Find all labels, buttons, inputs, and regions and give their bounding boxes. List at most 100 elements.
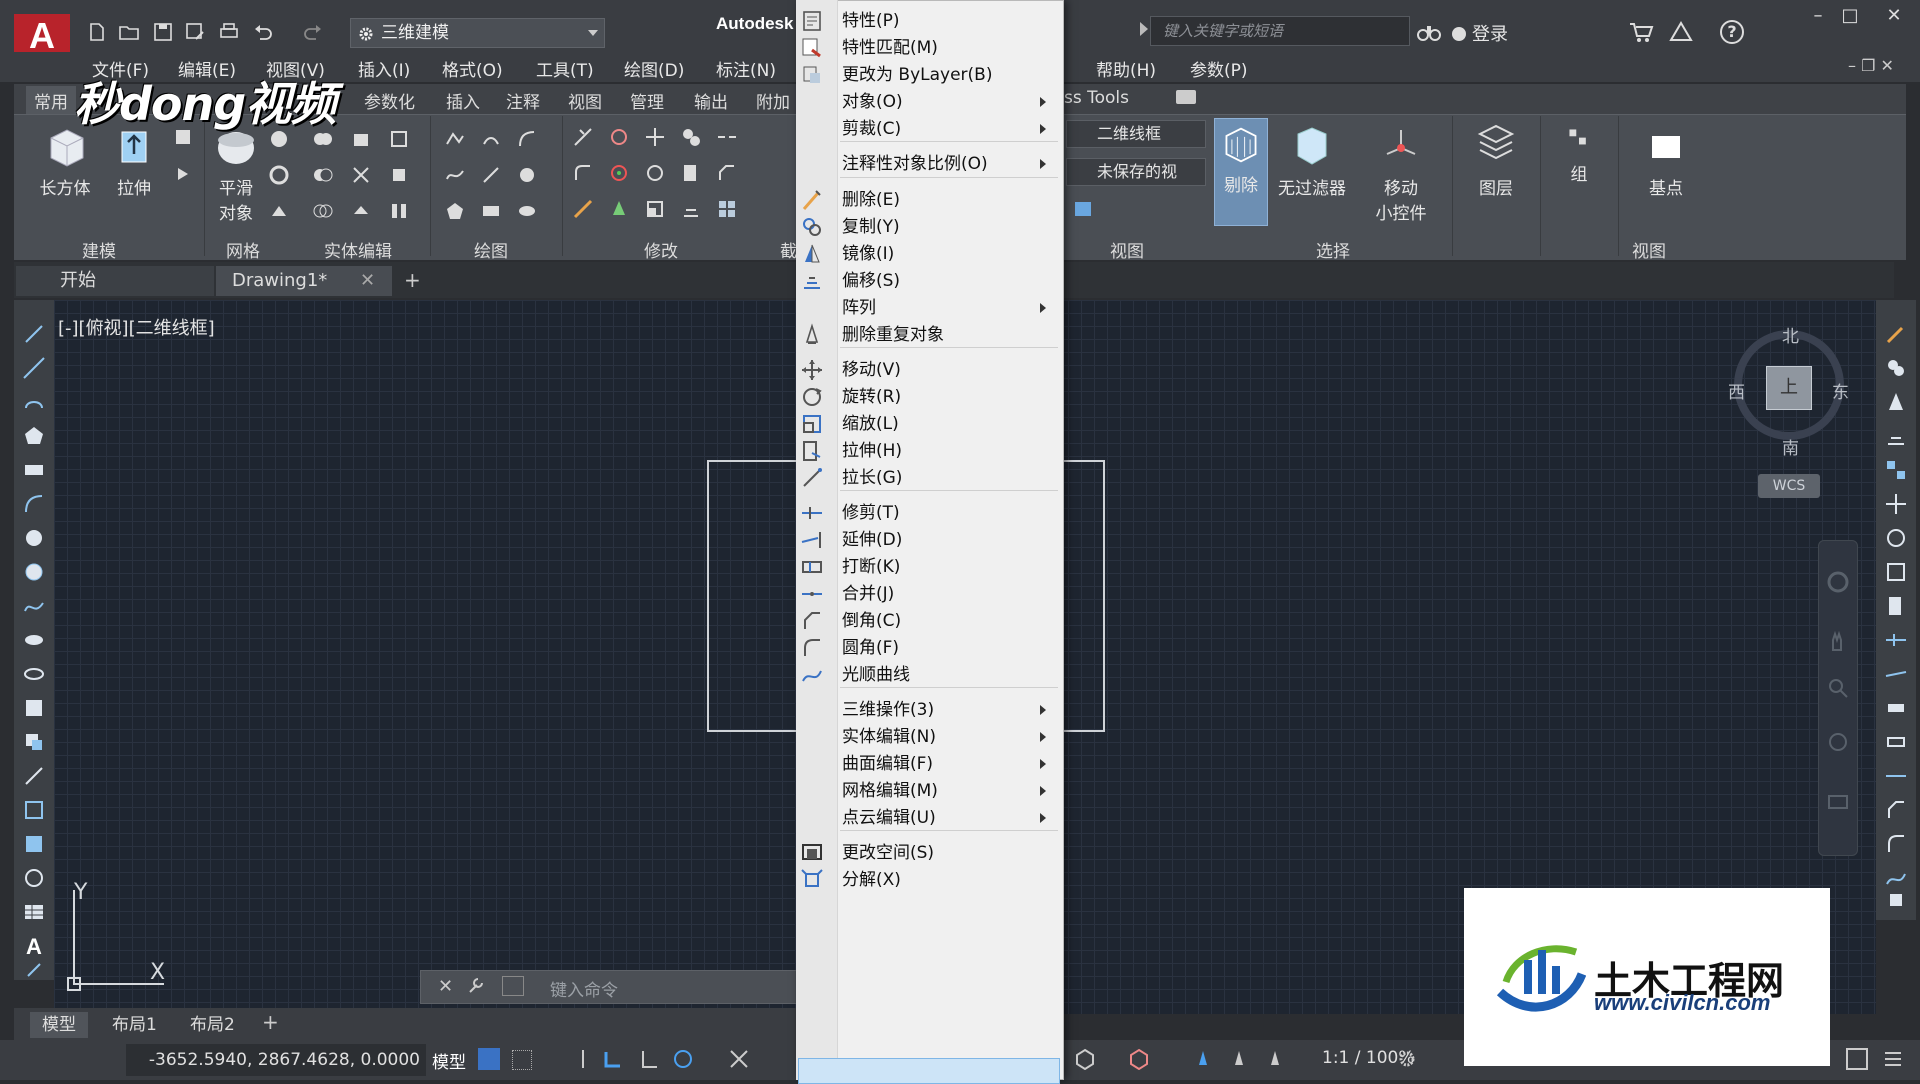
panel-solid-editing[interactable]: 实体编辑	[324, 237, 392, 262]
compass-north[interactable]: 北	[1782, 322, 1799, 347]
move-ribbon-icon[interactable]	[644, 126, 666, 148]
polygon-tool-icon[interactable]	[22, 424, 46, 448]
context-menu-item[interactable]: 旋转(R)	[842, 382, 1060, 412]
visual-style-dropdown[interactable]: 二维线框	[1066, 120, 1206, 148]
workspace-dropdown[interactable]: 三维建模	[350, 18, 605, 48]
menu-insert[interactable]: 插入(I)	[358, 56, 410, 81]
arc-tool-icon[interactable]	[22, 492, 46, 516]
tab-output[interactable]: 输出	[694, 88, 728, 113]
line-icon[interactable]	[480, 164, 502, 186]
polyline-tool-icon[interactable]	[22, 390, 46, 414]
orbit-icon[interactable]	[1826, 730, 1850, 754]
osnap-icon[interactable]	[728, 1048, 750, 1070]
context-menu-item[interactable]: 延伸(D)	[842, 525, 1060, 555]
tab-layout2[interactable]: 布局2	[178, 1012, 247, 1038]
panel-modify[interactable]: 修改	[644, 237, 678, 262]
command-prompt-icon[interactable]	[502, 976, 524, 996]
fillet-tool-icon[interactable]	[1884, 832, 1908, 856]
ellipse-icon[interactable]	[516, 200, 538, 222]
ribbon-options-icon[interactable]	[1176, 90, 1196, 104]
text-tool-icon[interactable]: A	[22, 934, 46, 959]
snap-icon[interactable]	[512, 1050, 532, 1070]
print-icon[interactable]	[216, 20, 242, 44]
break-at-point-icon[interactable]	[1884, 730, 1908, 754]
ellipse-tool-icon[interactable]	[22, 628, 46, 652]
context-menu-item[interactable]: 移动(V)	[842, 355, 1060, 385]
polyline-icon[interactable]	[444, 128, 466, 150]
insert-block-icon[interactable]	[22, 696, 46, 720]
polygon-icon[interactable]	[444, 200, 466, 222]
context-menu-item[interactable]: 三维操作(3)	[842, 695, 1060, 725]
tab-layout1[interactable]: 布局1	[100, 1012, 169, 1038]
context-menu-item[interactable]: 特性匹配(M)	[842, 33, 1060, 63]
drawn-rectangle[interactable]	[707, 460, 797, 732]
context-menu-item[interactable]: 阵列	[842, 293, 1060, 323]
open-file-icon[interactable]	[116, 20, 142, 44]
panel-mesh[interactable]: 网格	[226, 237, 260, 262]
mesh-refine-icon[interactable]	[268, 164, 290, 186]
selection-cycling-icon[interactable]	[1128, 1048, 1150, 1070]
point-tool-icon[interactable]	[22, 764, 46, 788]
isometric-icon[interactable]	[1074, 1048, 1096, 1070]
search-input[interactable]: 键入关键字或短语	[1150, 16, 1410, 46]
context-menu-item[interactable]: 偏移(S)	[842, 266, 1060, 296]
customize-menu-icon[interactable]	[1882, 1048, 1904, 1070]
scale-tool-icon[interactable]	[1884, 560, 1908, 584]
tab-annotate[interactable]: 注释	[506, 88, 540, 113]
context-menu-item[interactable]: 合并(J)	[842, 579, 1060, 609]
explode-tool-icon[interactable]	[1884, 888, 1908, 912]
stretch-tool-icon[interactable]	[1884, 594, 1908, 618]
menu-dimension[interactable]: 标注(N)	[716, 56, 776, 81]
wrench-icon[interactable]	[466, 976, 486, 996]
minimize-icon[interactable]: –	[1804, 6, 1832, 26]
smooth-object-button[interactable]: 平滑 对象	[208, 124, 264, 224]
named-view-dropdown[interactable]: 未保存的视	[1066, 158, 1206, 186]
context-menu-item[interactable]: 删除重复对象	[842, 320, 1060, 350]
compass-west[interactable]: 西	[1728, 378, 1745, 403]
chamfer-tool-icon[interactable]	[1884, 798, 1908, 822]
offset-tool-icon[interactable]	[1884, 424, 1908, 448]
subtract-icon[interactable]	[312, 164, 334, 186]
3d-mirror-icon[interactable]	[608, 198, 630, 220]
viewport-icon[interactable]	[1072, 198, 1094, 220]
binoculars-icon[interactable]	[1416, 20, 1442, 44]
context-menu-item[interactable]: 复制(Y)	[842, 212, 1060, 242]
cart-icon[interactable]	[1628, 20, 1654, 44]
dynamic-ucs-icon[interactable]	[602, 1048, 624, 1070]
context-menu-item[interactable]: 点云编辑(U)	[842, 803, 1060, 833]
sign-in-button[interactable]: 登录	[1452, 20, 1508, 46]
context-menu-item[interactable]: 拉伸(H)	[842, 436, 1060, 466]
tab-model[interactable]: 模型	[30, 1012, 88, 1038]
intersect-icon[interactable]	[312, 200, 334, 222]
wcs-menu[interactable]: WCS	[1758, 474, 1820, 498]
tab-home[interactable]: 常用	[26, 86, 76, 115]
copy-ribbon-icon[interactable]	[680, 126, 702, 148]
arc-icon[interactable]	[516, 128, 538, 150]
panel-modeling[interactable]: 建模	[82, 237, 116, 262]
copy-tool-icon[interactable]	[1884, 356, 1908, 380]
context-menu-item[interactable]: 缩放(L)	[842, 409, 1060, 439]
viewcube[interactable]: 上	[1766, 366, 1812, 410]
save-as-icon[interactable]	[182, 20, 208, 44]
context-menu-item[interactable]: 删除(E)	[842, 185, 1060, 215]
context-menu-item[interactable]: 更改空间(S)	[842, 838, 1060, 868]
context-menu-item[interactable]: 更改为 ByLayer(B)	[842, 60, 1060, 90]
tab-parametric[interactable]: 参数化	[364, 88, 415, 113]
compass-south[interactable]: 南	[1782, 434, 1799, 459]
panel-draw[interactable]: 绘图	[474, 237, 508, 262]
menu-parametric[interactable]: 参数(P)	[1190, 56, 1248, 81]
drawn-rectangle[interactable]	[1060, 460, 1105, 732]
tab-addins[interactable]: 附加	[756, 88, 790, 113]
circle-tool-icon[interactable]	[22, 526, 46, 550]
close-tab-icon[interactable]: ✕	[360, 270, 375, 291]
fillet-ribbon-icon[interactable]	[572, 162, 594, 184]
context-menu-item[interactable]: 曲面编辑(F)	[842, 749, 1060, 779]
erase-tool-icon[interactable]	[1884, 322, 1908, 346]
menu-draw[interactable]: 绘图(D)	[624, 56, 684, 81]
close-icon[interactable]: ✕	[1880, 6, 1908, 26]
new-file-icon[interactable]	[84, 20, 110, 44]
region-tool-icon[interactable]	[22, 866, 46, 890]
panel-selection[interactable]: 选择	[1316, 237, 1350, 262]
model-space-button[interactable]: 模型	[432, 1048, 466, 1073]
context-menu-item[interactable]: 修剪(T)	[842, 498, 1060, 528]
